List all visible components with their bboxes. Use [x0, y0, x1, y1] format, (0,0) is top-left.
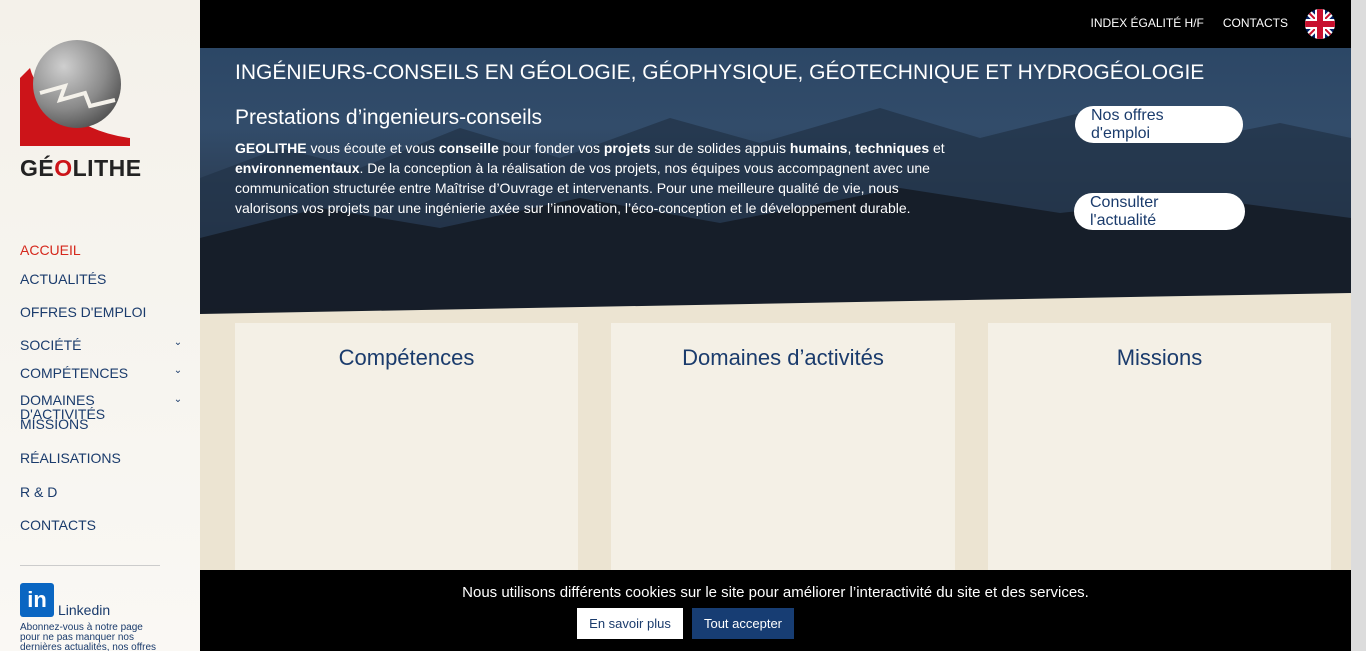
- linkedin-description: Abonnez-vous à notre page pour ne pas ma…: [20, 622, 157, 651]
- sidebar-divider: [20, 565, 160, 566]
- cookie-banner: Nous utilisons différents cookies sur le…: [200, 570, 1351, 651]
- chevron-down-icon[interactable]: ⌄: [171, 393, 185, 407]
- nav-item-contacts[interactable]: CONTACTS: [20, 511, 185, 544]
- topbar-link-contacts[interactable]: CONTACTS: [1223, 16, 1288, 30]
- nav-item-actualites[interactable]: ACTUALITÉS: [20, 262, 185, 295]
- linkedin-link[interactable]: in Linkedin: [20, 583, 110, 617]
- card-title[interactable]: Domaines d’activités: [611, 345, 955, 371]
- cookie-message: Nous utilisons différents cookies sur le…: [462, 584, 1089, 601]
- nav-item-competences[interactable]: COMPÉTENCES ⌄: [20, 361, 185, 389]
- nav-item-offres-emploi[interactable]: OFFRES D'EMPLOI: [20, 295, 185, 328]
- hero-subtitle: Prestations d’ingenieurs-conseils: [235, 106, 542, 129]
- top-bar: INDEX ÉGALITÉ H/F CONTACTS: [200, 0, 1351, 48]
- job-offers-button[interactable]: Nos offres d'emploi: [1075, 106, 1243, 143]
- linkedin-label[interactable]: Linkedin: [58, 603, 110, 617]
- card-domaines[interactable]: Domaines d’activités: [611, 323, 955, 583]
- main-nav: ACCUEIL ACTUALITÉS OFFRES D'EMPLOI SOCIÉ…: [20, 238, 185, 544]
- chevron-down-icon[interactable]: ⌄: [171, 337, 185, 348]
- cookie-accept-all-button[interactable]: Tout accepter: [692, 608, 794, 639]
- page-scrollbar[interactable]: [1351, 0, 1366, 651]
- linkedin-icon[interactable]: in: [20, 583, 54, 617]
- card-competences[interactable]: Compétences: [235, 323, 578, 583]
- news-button[interactable]: Consulter l'actualité: [1074, 193, 1245, 230]
- cookie-more-info-button[interactable]: En savoir plus: [577, 608, 683, 639]
- uk-flag-icon[interactable]: [1305, 9, 1335, 39]
- card-missions[interactable]: Missions: [988, 323, 1331, 583]
- brand-wordmark: GÉOLITHE: [20, 155, 142, 181]
- topbar-link-index-egalite[interactable]: INDEX ÉGALITÉ H/F: [1091, 16, 1204, 30]
- nav-item-accueil[interactable]: ACCUEIL: [20, 238, 185, 262]
- card-title[interactable]: Missions: [988, 345, 1331, 371]
- card-title[interactable]: Compétences: [235, 345, 578, 371]
- hero-banner: INGÉNIEURS-CONSEILS EN GÉOLOGIE, GÉOPHYS…: [200, 48, 1351, 314]
- nav-item-societe[interactable]: SOCIÉTÉ ⌄: [20, 328, 185, 361]
- sidebar: GÉOLITHE ACCUEIL ACTUALITÉS OFFRES D'EMP…: [0, 0, 200, 651]
- nav-item-r-and-d[interactable]: R & D: [20, 478, 185, 511]
- hero-description: GEOLITHE vous écoute et vous conseille p…: [235, 140, 945, 216]
- chevron-down-icon[interactable]: ⌄: [171, 365, 185, 376]
- nav-item-domaines[interactable]: DOMAINES D'ACTIVITÉS ⌄: [20, 389, 185, 421]
- nav-item-realisations[interactable]: RÉALISATIONS: [20, 431, 185, 478]
- hero-title: INGÉNIEURS-CONSEILS EN GÉOLOGIE, GÉOPHYS…: [235, 61, 1205, 84]
